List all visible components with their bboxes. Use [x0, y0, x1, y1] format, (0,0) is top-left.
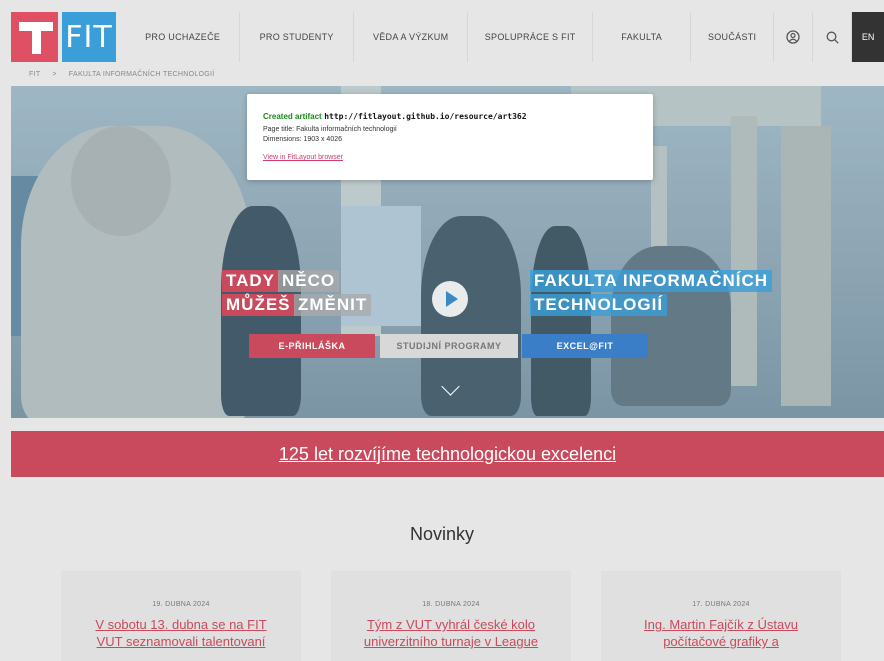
nav-item-components[interactable]: SOUČÁSTI — [691, 12, 775, 62]
language-switch[interactable]: EN — [852, 12, 884, 62]
news-card[interactable]: 17. DUBNA 2024 Ing. Martin Fajčík z Ústa… — [601, 571, 841, 661]
user-icon[interactable] — [774, 12, 814, 62]
e-application-button[interactable]: E-PŘIHLÁŠKA — [249, 334, 375, 358]
faculty-title-line2: TECHNOLOGIÍ — [530, 294, 668, 316]
breadcrumb-home[interactable]: FIT — [29, 71, 40, 78]
news-heading: Novinky — [409, 524, 475, 544]
artifact-popup: Created artifact http://fitlayout.github… — [247, 94, 653, 180]
nav-item-applicants[interactable]: PRO UCHAZEČE — [126, 12, 241, 62]
popup-artifact-url: http://fitlayout.github.io/resource/art3… — [324, 112, 527, 121]
breadcrumb-current: FAKULTA INFORMAČNÍCH TECHNOLOGIÍ — [68, 70, 215, 78]
slogan-word-muzes: MŮŽEŠ — [222, 294, 295, 316]
popup-dimensions: Dimensions: 1903 x 4026 — [263, 136, 342, 143]
nav-item-research[interactable]: VĚDA A VÝZKUM — [354, 12, 469, 62]
news-date: 19. DUBNA 2024 — [152, 601, 210, 608]
news-date: 17. DUBNA 2024 — [692, 601, 750, 608]
page-margin — [0, 0, 11, 655]
nav-item-faculty[interactable]: FAKULTA — [593, 12, 692, 62]
anniversary-link[interactable]: 125 let rozvíjíme technologickou excelen… — [279, 444, 616, 465]
news-date: 18. DUBNA 2024 — [422, 601, 480, 608]
main-menu: PRO UCHAZEČE PRO STUDENTY VĚDA A VÝZKUM … — [126, 12, 775, 62]
excel-fit-button[interactable]: EXCEL@FIT — [522, 334, 648, 358]
news-headline[interactable]: Tým z VUT vyhrál české kolo univerzitního… — [331, 616, 571, 650]
nav-item-cooperation[interactable]: SPOLUPRÁCE S FIT — [468, 12, 594, 62]
slogan-word-zmenit: ZMĚNIT — [294, 294, 372, 316]
play-video-icon[interactable] — [432, 281, 468, 317]
breadcrumb-separator: > — [52, 70, 57, 78]
popup-created-line: Created artifact http://fitlayout.github… — [263, 112, 527, 121]
fit-logo[interactable]: FIT — [61, 12, 117, 62]
vut-logo[interactable] — [11, 12, 58, 62]
news-headline[interactable]: V sobotu 13. dubna se na FIT VUT seznamov… — [61, 616, 301, 650]
nav-item-students[interactable]: PRO STUDENTY — [240, 12, 355, 62]
search-icon[interactable] — [813, 12, 853, 62]
faculty-title-line1: FAKULTA INFORMAČNÍCH — [530, 270, 773, 292]
breadcrumb: FIT > FAKULTA INFORMAČNÍCH TECHNOLOGIÍ — [11, 62, 884, 86]
news-card[interactable]: 19. DUBNA 2024 V sobotu 13. dubna se na … — [61, 571, 301, 661]
news-headline[interactable]: Ing. Martin Fajčík z Ústavu počítačové gr… — [601, 616, 841, 650]
popup-browser-link[interactable]: View in FitLayout browser — [263, 154, 343, 161]
popup-created-label: Created artifact — [263, 112, 322, 121]
anniversary-banner: 125 let rozvíjíme technologickou excelen… — [11, 431, 884, 477]
study-programs-button[interactable]: STUDIJNÍ PROGRAMY — [380, 334, 518, 358]
news-card[interactable]: 18. DUBNA 2024 Tým z VUT vyhrál české ko… — [331, 571, 571, 661]
slogan-word-neco: NĚCO — [278, 270, 340, 292]
top-navigation: FIT PRO UCHAZEČE PRO STUDENTY VĚDA A VÝZ… — [11, 12, 884, 62]
slogan-word-tady: TADY — [222, 270, 280, 292]
popup-page-title: Page title: Fakulta informačních technol… — [263, 126, 397, 133]
